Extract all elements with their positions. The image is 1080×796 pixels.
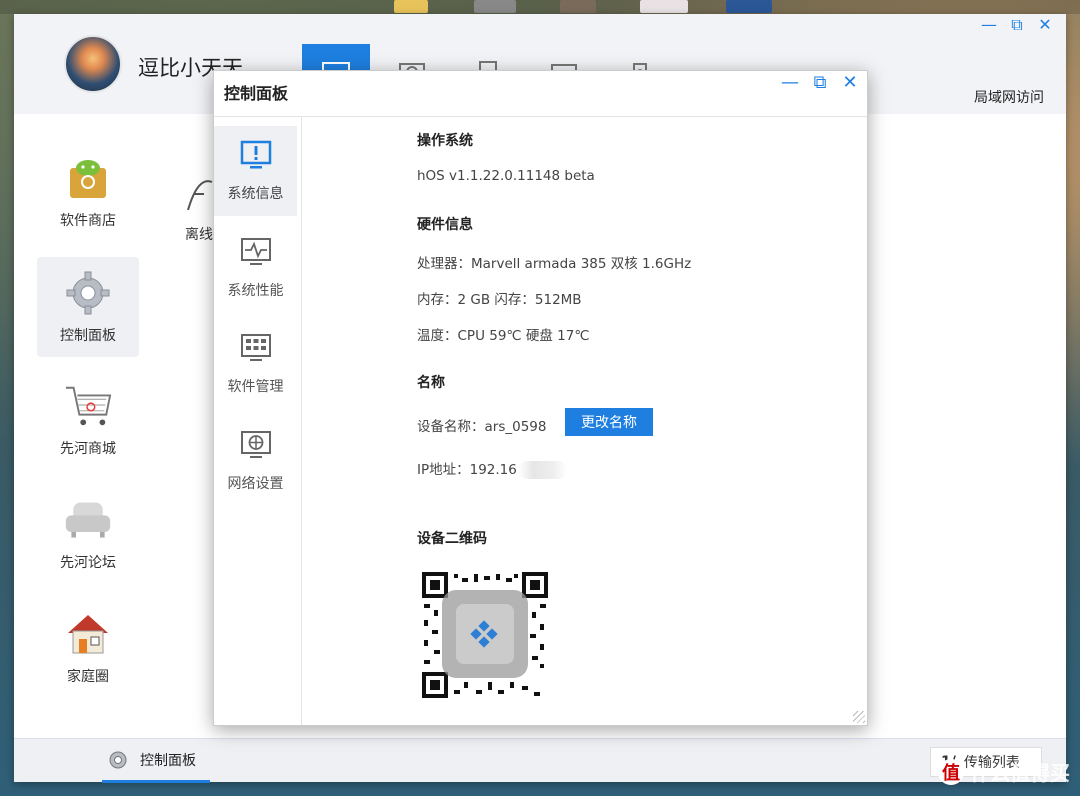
gear-icon: [64, 269, 112, 317]
android-store-icon: [64, 154, 112, 202]
app-label: 控制面板: [60, 328, 116, 344]
sidebar-item-label: 软件管理: [227, 379, 284, 395]
control-panel-dialog: 控制面板 — ⧉ ✕ 系统信息 系统性能 软件管理 网络设置 操作系统 hOS …: [213, 70, 868, 726]
taskbar-thumb-photo[interactable]: [560, 0, 596, 13]
dialog-maximize-button[interactable]: ⧉: [811, 74, 829, 92]
sidebar-item-system-info[interactable]: 系统信息: [214, 126, 297, 216]
name-section-title: 名称: [417, 375, 445, 391]
watermark-text: 什么值得买: [970, 761, 1070, 785]
hardware-section-title: 硬件信息: [417, 217, 473, 233]
rename-button[interactable]: 更改名称: [565, 408, 653, 436]
dialog-minimize-button[interactable]: —: [781, 74, 799, 92]
taskbar-thumb-grid[interactable]: [640, 0, 688, 13]
sidebar-item-system-performance[interactable]: 系统性能: [214, 223, 297, 313]
app-xianhe-forum[interactable]: 先河论坛: [37, 484, 139, 584]
resize-grip[interactable]: [853, 711, 865, 723]
app-label: 先河商城: [60, 441, 116, 457]
device-name: 设备名称：ars_0598: [417, 419, 547, 435]
shopping-cart-icon: [64, 382, 112, 430]
app-control-panel[interactable]: 控制面板: [37, 257, 139, 357]
device-qr-code: [422, 572, 548, 698]
app-offline[interactable]: 离线: [184, 174, 214, 243]
house-icon: [64, 610, 112, 658]
taskbar-thumb-word[interactable]: [726, 0, 772, 13]
taskbar-thumb-app[interactable]: [474, 0, 516, 13]
ip-address: IP地址：192.16: [417, 458, 567, 479]
app-window-controls: — ⧉ ✕: [980, 16, 1054, 34]
bottom-taskbar: 控制面板 1/ 传输列表: [14, 738, 1066, 783]
sidebar-item-label: 系统性能: [227, 283, 284, 299]
cpu-info: 处理器：Marvell armada 385 双核 1.6GHz: [417, 256, 692, 272]
os-section-title: 操作系统: [417, 133, 473, 149]
grid-app-icon: [240, 334, 271, 361]
bottom-tab-label: 控制面板: [140, 752, 196, 769]
dialog-window-controls: — ⧉ ✕: [781, 74, 859, 92]
dialog-titlebar[interactable]: 控制面板 — ⧉ ✕: [214, 71, 867, 117]
taskbar-strip: [0, 0, 1080, 14]
globe-monitor-icon: [240, 431, 271, 458]
monitor-alert-icon: [240, 140, 271, 169]
gear-icon: [109, 751, 127, 768]
taskbar-thumb-folder[interactable]: [394, 0, 428, 13]
minimize-button[interactable]: —: [980, 16, 998, 34]
temperature-info: 温度：CPU 59℃ 硬盘 17℃: [417, 328, 590, 344]
app-label: 软件商店: [60, 213, 116, 229]
app-family-circle[interactable]: 家庭圈: [37, 598, 139, 698]
app-label: 家庭圈: [67, 669, 109, 685]
app-label: 先河论坛: [60, 555, 116, 571]
qr-section-title: 设备二维码: [417, 531, 487, 547]
os-version: hOS v1.1.22.0.11148 beta: [417, 168, 595, 184]
performance-monitor-icon: [240, 238, 271, 265]
app-xianhe-mall[interactable]: 先河商城: [37, 370, 139, 470]
dialog-close-button[interactable]: ✕: [841, 74, 859, 92]
dialog-sidebar: 系统信息 系统性能 软件管理 网络设置: [214, 117, 302, 725]
app-label: 离线: [185, 227, 213, 243]
system-info-panel: 操作系统 hOS v1.1.22.0.11148 beta 硬件信息 处理器：M…: [417, 117, 867, 725]
sidebar-item-network-settings[interactable]: 网络设置: [214, 416, 297, 506]
memory-info: 内存：2 GB 闪存：512MB: [417, 292, 582, 308]
lan-access-link[interactable]: 局域网访问: [974, 87, 1044, 107]
watermark: 值 什么值得买: [938, 757, 1070, 786]
sidebar-item-software-management[interactable]: 软件管理: [214, 319, 297, 409]
app-software-store[interactable]: 软件商店: [37, 142, 139, 242]
watermark-badge: 值: [938, 758, 964, 785]
avatar[interactable]: [64, 35, 122, 93]
close-button[interactable]: ✕: [1036, 16, 1054, 34]
sofa-icon: [64, 496, 112, 544]
ip-redaction-mask: [518, 461, 567, 479]
offline-download-icon: [187, 180, 213, 211]
dialog-title: 控制面板: [224, 84, 289, 103]
bottom-tab-control-panel[interactable]: 控制面板: [102, 739, 210, 783]
maximize-button[interactable]: ⧉: [1008, 16, 1026, 34]
sidebar-item-label: 系统信息: [227, 186, 284, 202]
ip-address-text: IP地址：192.16: [417, 462, 517, 478]
sidebar-item-label: 网络设置: [227, 476, 284, 492]
